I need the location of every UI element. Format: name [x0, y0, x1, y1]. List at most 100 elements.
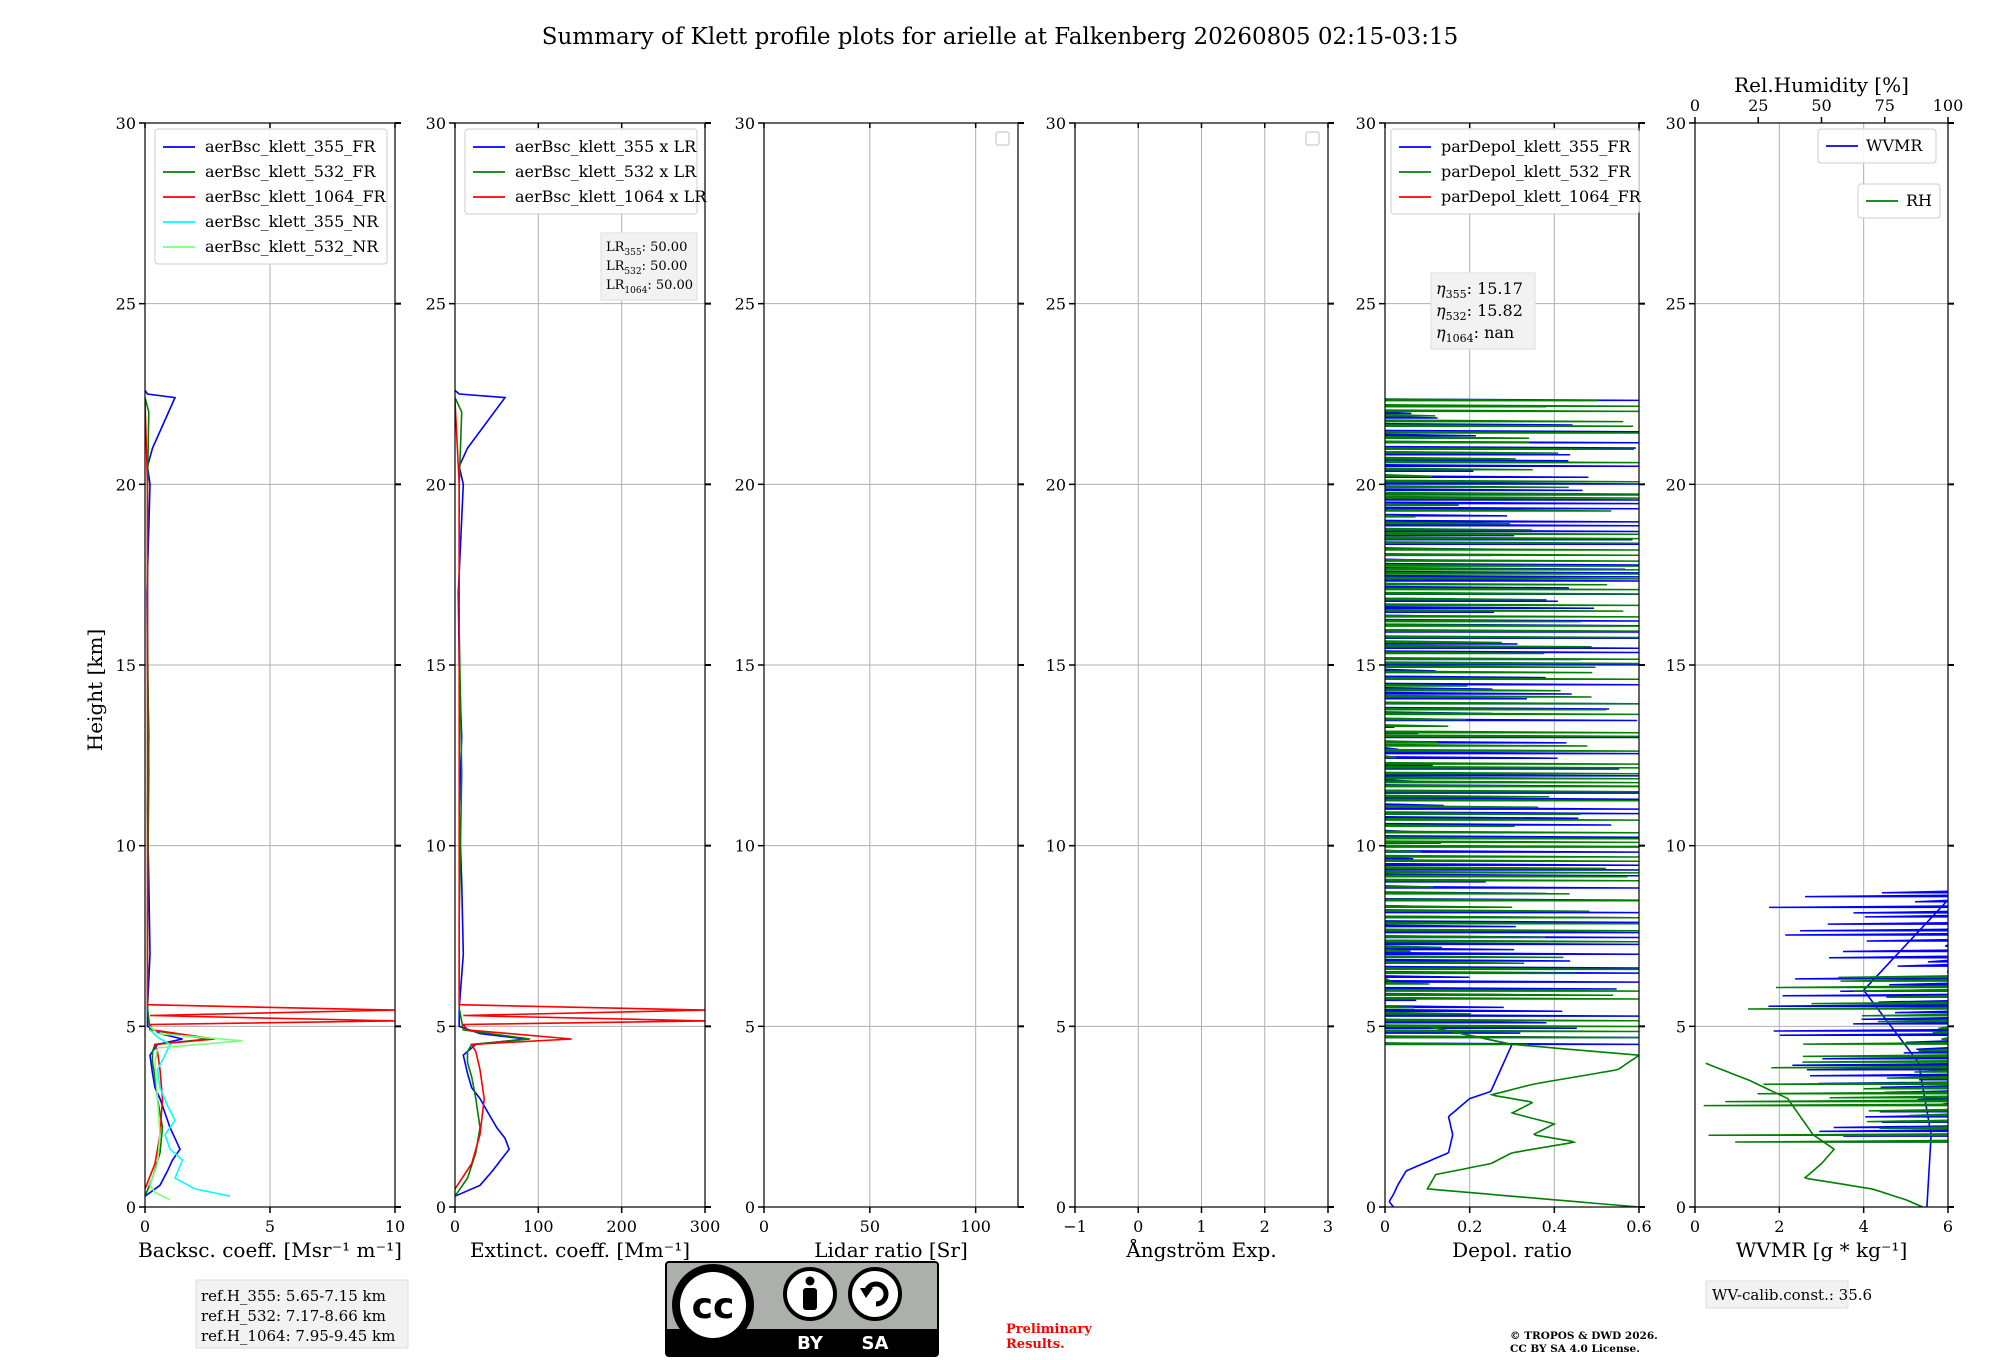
x-axis-label: Lidar ratio [Sr]	[814, 1238, 968, 1262]
y-tick-label: 15	[1356, 656, 1376, 675]
series-line-aerBsc_klett_1064 x LR	[455, 401, 705, 1190]
x-tick-label: 2	[1774, 1217, 1784, 1236]
x-axis-label: Backsc. coeff. [Msr⁻¹ m⁻¹]	[138, 1238, 402, 1262]
sa-label: SA	[862, 1333, 889, 1354]
series-spikes-parDepol_klett_532_FR	[1385, 398, 1639, 1046]
y-tick-label: 0	[1366, 1198, 1376, 1217]
y-tick-label: 5	[1366, 1017, 1376, 1036]
legend-label: aerBsc_klett_1064 x LR	[515, 187, 707, 206]
cc-logo-text: cc	[692, 1286, 735, 1327]
x-tick-label: 10	[385, 1217, 405, 1236]
x-tick-label: 100	[960, 1217, 991, 1236]
x-tick-label: 2	[1260, 1217, 1270, 1236]
y-tick-label: 5	[1056, 1017, 1066, 1036]
top-x-axis-label: Rel.Humidity [%]	[1734, 73, 1909, 97]
legend-label: parDepol_klett_1064_FR	[1441, 187, 1642, 206]
y-tick-label: 30	[1666, 114, 1686, 133]
legend-RH: RH	[1857, 183, 1941, 219]
y-tick-label: 25	[1666, 295, 1686, 314]
profile-panel-6: 0510152025300 2 4 6WVMR [g * kg⁻¹]0 25 50 75 10…	[1666, 73, 1964, 1262]
y-tick-label: 10	[116, 837, 136, 856]
top-x-tick-label: 100	[1933, 96, 1964, 115]
ref-height-box: ref.H_355: 5.65-7.15 km ref.H_532: 7.17-…	[195, 1279, 409, 1349]
top-x-tick-label: 50	[1811, 96, 1831, 115]
x-tick-label: 0	[140, 1217, 150, 1236]
x-tick-label: −1	[1063, 1217, 1087, 1236]
series-line-parDepol_klett_532_FR	[1426, 1026, 1639, 1207]
panel-data	[1703, 890, 1948, 1207]
x-tick-label: 0	[1690, 1217, 1700, 1236]
ref-height-1064: ref.H_1064: 7.95-9.45 km	[201, 1327, 395, 1345]
empty-legend-box	[1305, 131, 1320, 146]
top-x-tick-label: 25	[1748, 96, 1768, 115]
ref-height-532: ref.H_532: 7.17-8.66 km	[201, 1307, 386, 1325]
y-tick-label: 10	[426, 837, 446, 856]
annotation-box: LR355: 50.00LR532: 50.00LR1064: 50.00	[600, 232, 698, 301]
x-tick-label: 0	[759, 1217, 769, 1236]
legend-label: aerBsc_klett_355 x LR	[515, 137, 697, 156]
panel-data	[455, 389, 705, 1197]
cc-logo-icon: cc	[672, 1264, 754, 1346]
y-tick-label: 5	[1676, 1017, 1686, 1036]
figure-title: Summary of Klett profile plots for ariel…	[542, 24, 1458, 50]
legend-WVMR: WVMR	[1817, 128, 1937, 164]
legend-label: RH	[1906, 191, 1932, 210]
legend-label: parDepol_klett_355_FR	[1441, 137, 1632, 156]
x-axis-label: Ångström Exp.	[1125, 1237, 1276, 1262]
x-tick-label: 0.6	[1626, 1217, 1651, 1236]
y-tick-label: 5	[126, 1017, 136, 1036]
y-tick-label: 25	[1356, 295, 1376, 314]
top-x-tick-label: 75	[1875, 96, 1895, 115]
panel-data	[1385, 398, 1639, 1207]
profile-panels: 0510152025300 5 10Backsc. coeff. [Msr⁻¹ m⁻…	[116, 73, 1964, 1262]
legend-label: aerBsc_klett_355_NR	[205, 212, 379, 231]
legend-label: aerBsc_klett_532_FR	[205, 162, 376, 181]
series-line-parDepol_klett_355_FR	[1388, 1026, 1513, 1207]
series-line-WVMR	[1862, 899, 1948, 1207]
attribution-person-icon	[783, 1267, 837, 1321]
height-axis-label: Height [km]	[83, 629, 107, 751]
y-tick-label: 10	[1666, 837, 1686, 856]
y-tick-label: 5	[745, 1017, 755, 1036]
y-tick-label: 15	[735, 656, 755, 675]
y-tick-label: 20	[1046, 475, 1066, 494]
y-tick-label: 15	[116, 656, 136, 675]
y-tick-label: 0	[1676, 1198, 1686, 1217]
y-tick-label: 25	[735, 295, 755, 314]
x-axis-label: Extinct. coeff. [Mm⁻¹]	[470, 1238, 690, 1262]
y-tick-label: 15	[426, 656, 446, 675]
x-tick-label: 6	[1943, 1217, 1953, 1236]
klett-summary-figure: Summary of Klett profile plots for ariel…	[83, 24, 1964, 1357]
cc-license-badge: cc BY SA	[665, 1261, 939, 1357]
copyright-line1: © TROPOS & DWD 2026.	[1510, 1330, 1658, 1342]
y-tick-label: 20	[1666, 475, 1686, 494]
y-tick-label: 0	[126, 1198, 136, 1217]
x-tick-label: 4	[1859, 1217, 1869, 1236]
y-tick-label: 30	[116, 114, 136, 133]
x-tick-label: 1	[1196, 1217, 1206, 1236]
y-tick-label: 10	[1046, 837, 1066, 856]
share-alike-icon	[848, 1267, 902, 1321]
series-line-aerBsc_klett_532_NR	[149, 1025, 243, 1201]
copyright-line2: CC BY SA 4.0 License.	[1510, 1343, 1640, 1355]
series-line-aerBsc_klett_532_FR	[145, 397, 208, 1197]
legend-label: aerBsc_klett_532 x LR	[515, 162, 697, 181]
x-tick-label: 300	[690, 1217, 721, 1236]
x-tick-label: 0	[450, 1217, 460, 1236]
annotation-box: η355: 15.17η532: 15.82η1064: nan	[1430, 272, 1536, 350]
profile-panel-2: 0510152025300 100 200 300Extinct. coeff. [M…	[426, 114, 721, 1262]
y-tick-label: 30	[1356, 114, 1376, 133]
series-line-aerBsc_klett_355_FR	[145, 389, 183, 1197]
x-axis-label: WVMR [g * kg⁻¹]	[1736, 1238, 1908, 1262]
legend-label: aerBsc_klett_1064_FR	[205, 187, 387, 206]
y-tick-label: 30	[735, 114, 755, 133]
x-tick-label: 5	[265, 1217, 275, 1236]
y-tick-label: 10	[1356, 837, 1376, 856]
series-line-aerBsc_klett_355 x LR	[455, 389, 526, 1197]
profile-panel-1: 0 5 10 15 20 25 30 0 5 10 Backsc. coeff. [Msr⁻¹ m⁻…	[116, 114, 406, 1262]
by-label: BY	[797, 1333, 824, 1354]
x-tick-label: 0	[1380, 1217, 1390, 1236]
legend: aerBsc_klett_355 x LR aerBsc_klett_532 x …	[464, 128, 707, 215]
x-tick-label: 50	[860, 1217, 880, 1236]
preliminary-note-line1: Preliminary	[1006, 1322, 1092, 1337]
